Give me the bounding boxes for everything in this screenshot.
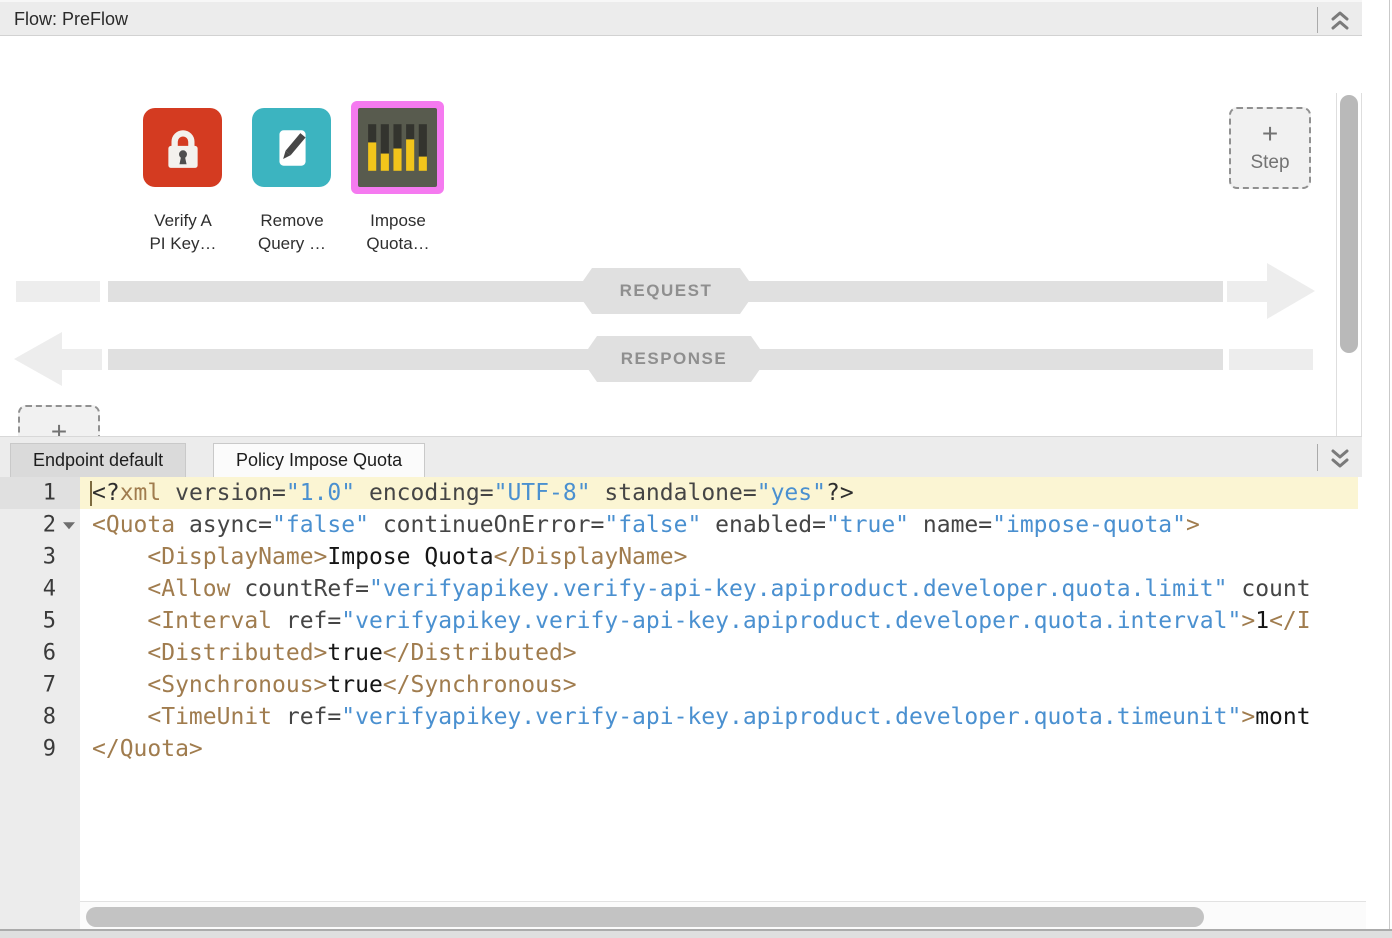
- line-number: 2: [0, 509, 80, 541]
- tab-policy-impose-quota[interactable]: Policy Impose Quota: [213, 443, 425, 477]
- editor-horizontal-scrollbar-thumb[interactable]: [86, 907, 1204, 927]
- response-line-end: [1229, 349, 1313, 370]
- line-number: 4: [0, 573, 80, 605]
- line-number: 5: [0, 605, 80, 637]
- code-lines[interactable]: <?xml version="1.0" encoding="UTF-8" sta…: [80, 477, 1358, 929]
- policy-label-remove-query: Remove Query …: [231, 209, 353, 255]
- window-right-edge: [1389, 0, 1390, 938]
- request-badge: REQUEST: [576, 268, 756, 314]
- code-line[interactable]: <DisplayName>Impose Quota</DisplayName>: [80, 541, 1358, 573]
- policy-label-impose-quota: Impose Quota…: [337, 209, 459, 255]
- line-number: 1: [0, 477, 80, 509]
- code-line[interactable]: <Interval ref="verifyapikey.verify-api-k…: [80, 605, 1358, 637]
- response-arrowhead-icon: [14, 332, 62, 386]
- line-number: 9: [0, 733, 80, 765]
- text-cursor: [90, 481, 92, 506]
- window-bottom-edge: [0, 929, 1392, 938]
- chevron-double-up-icon[interactable]: [1329, 9, 1351, 33]
- code-line[interactable]: <Synchronous>true</Synchronous>: [80, 669, 1358, 701]
- request-arrowhead-icon: [1267, 263, 1315, 319]
- plus-icon: +: [1262, 122, 1278, 146]
- code-line[interactable]: </Quota>: [80, 733, 1358, 765]
- flow-vertical-scrollbar-thumb[interactable]: [1340, 95, 1358, 353]
- policy-verify-api-key[interactable]: [143, 108, 222, 187]
- line-number: 8: [0, 701, 80, 733]
- request-line-start: [16, 281, 100, 302]
- lock-icon: [143, 108, 222, 187]
- apigee-flow-editor: Flow: PreFlow Verify A PI Key…: [0, 0, 1392, 938]
- tab-bar-divider: [1317, 444, 1318, 471]
- flow-panel-header: Flow: PreFlow: [0, 0, 1362, 36]
- response-badge: RESPONSE: [581, 336, 767, 382]
- response-arrow-shaft: [62, 349, 102, 370]
- editor-tab-bar: Endpoint default Policy Impose Quota: [0, 436, 1362, 477]
- code-line[interactable]: <TimeUnit ref="verifyapikey.verify-api-k…: [80, 701, 1358, 733]
- policy-label-verify-api-key: Verify A PI Key…: [122, 209, 244, 255]
- request-arrow-shaft: [1227, 281, 1267, 302]
- xml-code-editor[interactable]: 123456789 <?xml version="1.0" encoding="…: [0, 477, 1392, 929]
- pencil-icon: [252, 108, 331, 187]
- bar-chart-icon: [358, 108, 437, 187]
- line-number-gutter: 123456789: [0, 477, 80, 929]
- flow-title: Flow: PreFlow: [14, 2, 128, 36]
- flow-canvas: Verify A PI Key… Remove Query …: [0, 37, 1362, 436]
- line-number: 7: [0, 669, 80, 701]
- code-line[interactable]: <Quota async="false" continueOnError="fa…: [80, 509, 1358, 541]
- plus-icon: +: [51, 420, 67, 436]
- editor-horizontal-scrollbar-track[interactable]: [80, 901, 1366, 929]
- code-line[interactable]: <Distributed>true</Distributed>: [80, 637, 1358, 669]
- flow-vertical-scrollbar-track[interactable]: [1336, 93, 1362, 436]
- line-number: 6: [0, 637, 80, 669]
- code-line[interactable]: <Allow countRef="verifyapikey.verify-api…: [80, 573, 1358, 605]
- tab-endpoint-default[interactable]: Endpoint default: [10, 443, 186, 477]
- code-line[interactable]: <?xml version="1.0" encoding="UTF-8" sta…: [80, 477, 1358, 509]
- policy-impose-quota-selected[interactable]: [351, 101, 444, 194]
- chevron-double-down-icon[interactable]: [1329, 446, 1351, 470]
- policy-remove-query[interactable]: [252, 108, 331, 187]
- add-step-button-response[interactable]: + Step: [18, 405, 100, 436]
- add-step-button-request[interactable]: + Step: [1229, 107, 1311, 189]
- header-divider: [1317, 7, 1318, 33]
- line-number: 3: [0, 541, 80, 573]
- fold-toggle-icon[interactable]: [63, 522, 75, 529]
